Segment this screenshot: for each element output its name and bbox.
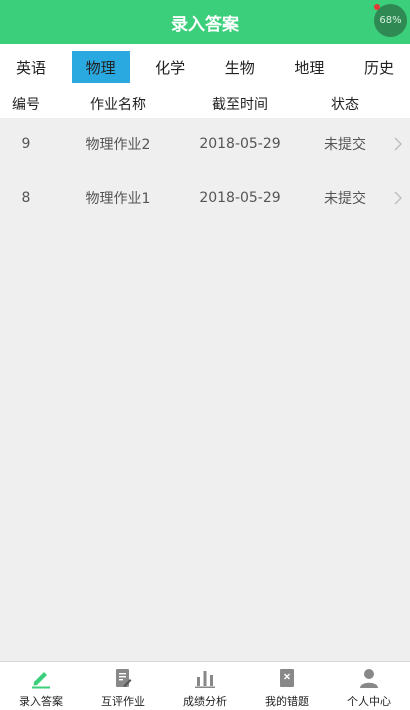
row-deadline: 2018-05-29: [199, 190, 281, 206]
tab-label: 历史: [363, 58, 394, 77]
tab-biology[interactable]: 生物: [211, 51, 269, 83]
column-header-name: 作业名称: [90, 97, 146, 113]
pencil-icon: [30, 667, 52, 689]
row-id: 8: [21, 190, 31, 206]
row-name: 物理作业1: [85, 191, 151, 207]
status-badge[interactable]: 68%: [374, 4, 407, 37]
page-title: 录入答案: [171, 14, 239, 35]
nav-my-mistakes[interactable]: 我的错题: [246, 662, 328, 710]
nav-label: 录入答案: [19, 695, 63, 708]
chevron-right-icon: [392, 172, 404, 224]
row-status: 未提交: [324, 137, 366, 153]
nav-peer-review[interactable]: 互评作业: [82, 662, 164, 710]
tab-chemistry[interactable]: 化学: [141, 51, 199, 83]
nav-enter-answers[interactable]: 录入答案: [0, 662, 82, 710]
notification-dot: [374, 4, 380, 10]
tab-english[interactable]: 英语: [2, 51, 60, 83]
wrong-book-icon: [276, 667, 298, 689]
table-header: 编号 作业名称 截至时间 状态: [0, 90, 410, 118]
tab-label: 生物: [224, 58, 255, 77]
table-row[interactable]: 9 物理作业2 2018-05-29 未提交: [0, 118, 410, 170]
row-name: 物理作业2: [85, 137, 151, 153]
row-id: 9: [21, 136, 31, 152]
column-header-deadline: 截至时间: [212, 97, 268, 113]
column-header-id: 编号: [12, 97, 40, 113]
chevron-right-icon: [392, 118, 404, 170]
nav-label: 个人中心: [347, 695, 391, 708]
nav-personal-center[interactable]: 个人中心: [328, 662, 410, 710]
subject-tabs: 英语 物理 化学 生物 地理 历史: [0, 44, 410, 90]
bar-chart-icon: [194, 667, 216, 689]
tab-physics[interactable]: 物理: [71, 51, 130, 83]
tab-label: 化学: [155, 58, 186, 77]
badge-value: 68%: [379, 15, 402, 26]
tab-label: 物理: [85, 58, 116, 77]
row-deadline: 2018-05-29: [199, 136, 281, 152]
document-edit-icon: [112, 667, 134, 689]
row-status: 未提交: [324, 191, 366, 207]
tab-geography[interactable]: 地理: [280, 51, 338, 83]
tab-history[interactable]: 历史: [350, 51, 408, 83]
person-icon: [358, 667, 380, 689]
bottom-nav: 录入答案 互评作业 成绩分析 我的错题 个人中心: [0, 661, 410, 710]
column-header-status: 状态: [331, 97, 359, 113]
nav-label: 我的错题: [265, 695, 309, 708]
tab-label: 地理: [294, 58, 325, 77]
tab-label: 英语: [15, 58, 46, 77]
nav-grade-analysis[interactable]: 成绩分析: [164, 662, 246, 710]
table-row[interactable]: 8 物理作业1 2018-05-29 未提交: [0, 172, 410, 224]
nav-label: 成绩分析: [183, 695, 227, 708]
nav-label: 互评作业: [101, 695, 145, 708]
app-header: 录入答案 68%: [0, 0, 410, 44]
